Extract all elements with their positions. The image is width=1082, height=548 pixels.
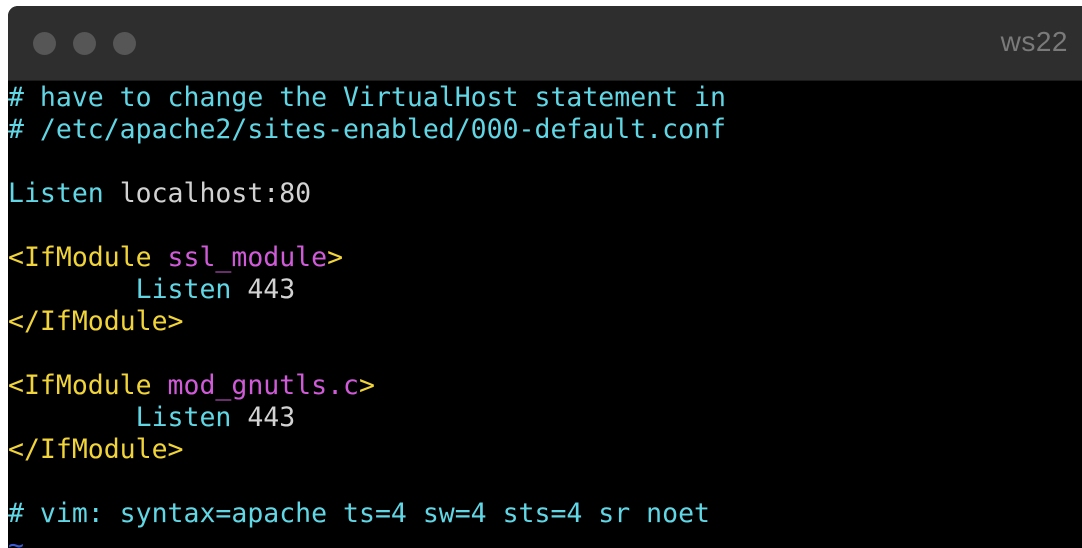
code-token: 443 <box>231 274 296 305</box>
editor-line: <IfModule ssl_module> <box>8 242 1082 274</box>
editor-line: # have to change the VirtualHost stateme… <box>8 82 1082 114</box>
code-token: > <box>359 370 375 401</box>
code-token: > <box>327 242 344 273</box>
code-token: 443 <box>231 402 296 433</box>
window-title: ws22 <box>1000 26 1068 57</box>
code-token: # vim: syntax=apache ts=4 sw=4 sts=4 sr … <box>8 498 710 529</box>
code-token: # have to change the VirtualHost stateme… <box>8 82 726 113</box>
code-token: ssl_module <box>151 242 328 273</box>
code-token: Listen <box>8 178 104 209</box>
zoom-window-button[interactable] <box>113 32 136 55</box>
terminal-content[interactable]: # have to change the VirtualHost stateme… <box>8 81 1082 548</box>
editor-line: Listen 443 <box>8 274 1082 306</box>
code-token: mod_gnutls.c <box>151 370 360 401</box>
code-token: </IfModule> <box>8 434 184 465</box>
terminal-window: ws22 # have to change the VirtualHost st… <box>8 6 1082 548</box>
editor-line: Listen 443 <box>8 402 1082 434</box>
code-token: localhost:80 <box>103 178 312 209</box>
code-token: # /etc/apache2/sites-enabled/000-default… <box>8 114 726 145</box>
title-bar[interactable]: ws22 <box>8 6 1082 81</box>
code-token: Listen <box>8 274 232 305</box>
code-token: </IfModule> <box>8 306 184 337</box>
editor-line: </IfModule> <box>8 434 1082 466</box>
editor-line: # /etc/apache2/sites-enabled/000-default… <box>8 114 1082 146</box>
code-token: <IfModule <box>8 242 152 273</box>
editor-line: # vim: syntax=apache ts=4 sw=4 sts=4 sr … <box>8 498 1082 530</box>
editor-line: Listen localhost:80 <box>8 178 1082 210</box>
minimize-window-button[interactable] <box>73 32 96 55</box>
close-window-button[interactable] <box>33 32 56 55</box>
editor-line: ~ <box>8 530 1082 548</box>
code-token: <IfModule <box>8 370 152 401</box>
editor-line: <IfModule mod_gnutls.c> <box>8 370 1082 402</box>
empty-line-tilde: ~ <box>8 530 24 548</box>
editor-line: </IfModule> <box>8 306 1082 338</box>
code-token: Listen <box>8 402 232 433</box>
